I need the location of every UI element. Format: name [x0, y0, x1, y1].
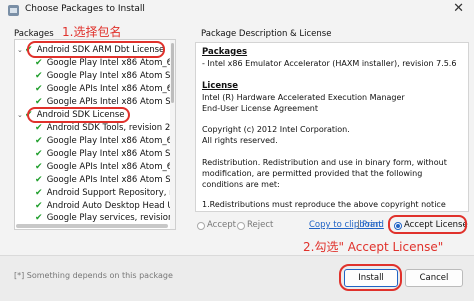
- close-icon[interactable]: ✕: [453, 1, 464, 16]
- redistribution-line: modification, are permitted provided tha…: [202, 169, 423, 178]
- tree-item-label: Google Play Intel x86 Atom Sys: [46, 71, 176, 81]
- tree-item-label: Google APIs Intel x86 Atom_64: [46, 162, 176, 172]
- tree-item[interactable]: ✔ Google APIs Intel x86 Atom_64: [35, 161, 176, 174]
- accept-radio[interactable]: [197, 222, 205, 230]
- tree-item-label: Android Support Repository, re: [46, 188, 176, 198]
- collapse-icon[interactable]: ⌄: [17, 109, 25, 122]
- packages-heading: Packages: [202, 47, 248, 57]
- check-icon: ✔: [35, 84, 43, 94]
- tree-item-label: Google Play Intel x86 Atom Sys: [46, 149, 176, 159]
- redistribution-line: conditions are met:: [202, 180, 280, 189]
- license-line: Intel (R) Hardware Accelerated Execution…: [202, 93, 405, 102]
- check-icon: ✔: [35, 58, 43, 68]
- package-tree[interactable]: ⌄ ✔ Android SDK ARM Dbt License ✔ Google …: [14, 39, 176, 230]
- tree-item-label: Google Play Intel x86 Atom_64: [46, 58, 176, 68]
- check-icon: ✔: [35, 149, 43, 159]
- check-icon: ✔: [35, 136, 43, 146]
- rights-line: All rights reserved.: [202, 136, 278, 145]
- tree-item-label: Android SDK Tools, revision 25: [46, 123, 176, 133]
- annotation-step2: 2.勾选" Accept License": [303, 240, 444, 254]
- scrollbar-thumb[interactable]: [171, 43, 174, 103]
- annotation-box-accept-license: [388, 215, 467, 234]
- tree-item[interactable]: ✔ Google Play Intel x86 Atom Sys: [35, 148, 176, 161]
- tree-item[interactable]: ✔ Google APIs Intel x86 Atom Sys: [35, 174, 176, 187]
- check-icon: ✔: [35, 123, 43, 133]
- description-panel: Packages - Intel x86 Emulator Accelerato…: [195, 42, 469, 212]
- accept-label: Accept: [207, 220, 236, 230]
- app-icon: [8, 5, 19, 16]
- tree-item[interactable]: ✔ Android SDK Tools, revision 25: [35, 122, 176, 135]
- tree-item[interactable]: ✔ Android Support Repository, re: [35, 187, 176, 200]
- annotation-box-install: [339, 264, 402, 291]
- reject-label: Reject: [247, 220, 274, 230]
- check-icon: ✔: [35, 162, 43, 172]
- check-icon: ✔: [35, 71, 43, 81]
- license-line: End-User License Agreement: [202, 104, 318, 113]
- annotation-box-license-2: [27, 107, 130, 123]
- tree-item-label: Google Play services, revision 4: [46, 213, 176, 223]
- annotation-step1: 1.选择包名: [62, 25, 122, 39]
- tree-item[interactable]: ✔ Google Play Intel x86 Atom Sys: [35, 70, 176, 83]
- print-link[interactable]: Print: [362, 220, 382, 230]
- redistribution-line: Redistribution. Redistribution and use i…: [202, 158, 447, 167]
- check-icon: ✔: [35, 188, 43, 198]
- reject-radio[interactable]: [237, 222, 245, 230]
- collapse-icon[interactable]: ⌄: [17, 44, 25, 57]
- check-icon: ✔: [35, 175, 43, 185]
- title-bar: Choose Packages to Install ✕: [0, 0, 474, 20]
- clause-line: 1.Redistributions must reproduce the abo…: [202, 200, 446, 209]
- tree-item-label: Google APIs Intel x86 Atom Sys: [46, 97, 176, 107]
- tree-item[interactable]: ✔ Google Play Intel x86 Atom_64: [35, 135, 176, 148]
- link-separator: |: [357, 220, 360, 230]
- tree-item-label: Google Play Intel x86 Atom_64: [46, 136, 176, 146]
- tree-item-label: Google APIs Intel x86 Atom_64: [46, 84, 176, 94]
- status-text: [*] Something depends on this package: [14, 271, 173, 280]
- description-group-label: Package Description & License: [201, 29, 332, 39]
- tree-item-label: Android Auto Desktop Head U: [46, 201, 174, 211]
- tree-item[interactable]: ✔ Google Play Intel x86 Atom_64: [35, 57, 176, 70]
- tree-item-label: Google APIs Intel x86 Atom Sys: [46, 175, 176, 185]
- vertical-scrollbar[interactable]: [170, 40, 175, 229]
- package-line: - Intel x86 Emulator Accelerator (HAXM i…: [202, 59, 457, 68]
- window-title: Choose Packages to Install: [25, 4, 145, 14]
- tree-item[interactable]: ✔ Google APIs Intel x86 Atom_64: [35, 83, 176, 96]
- cancel-button[interactable]: Cancel: [405, 269, 463, 287]
- packages-label: Packages: [14, 29, 54, 39]
- copyright-line: Copyright (c) 2012 Intel Corporation.: [202, 125, 350, 134]
- license-heading: License: [202, 81, 239, 91]
- horizontal-scrollbar[interactable]: [16, 224, 168, 228]
- annotation-box-license-1: [27, 41, 165, 58]
